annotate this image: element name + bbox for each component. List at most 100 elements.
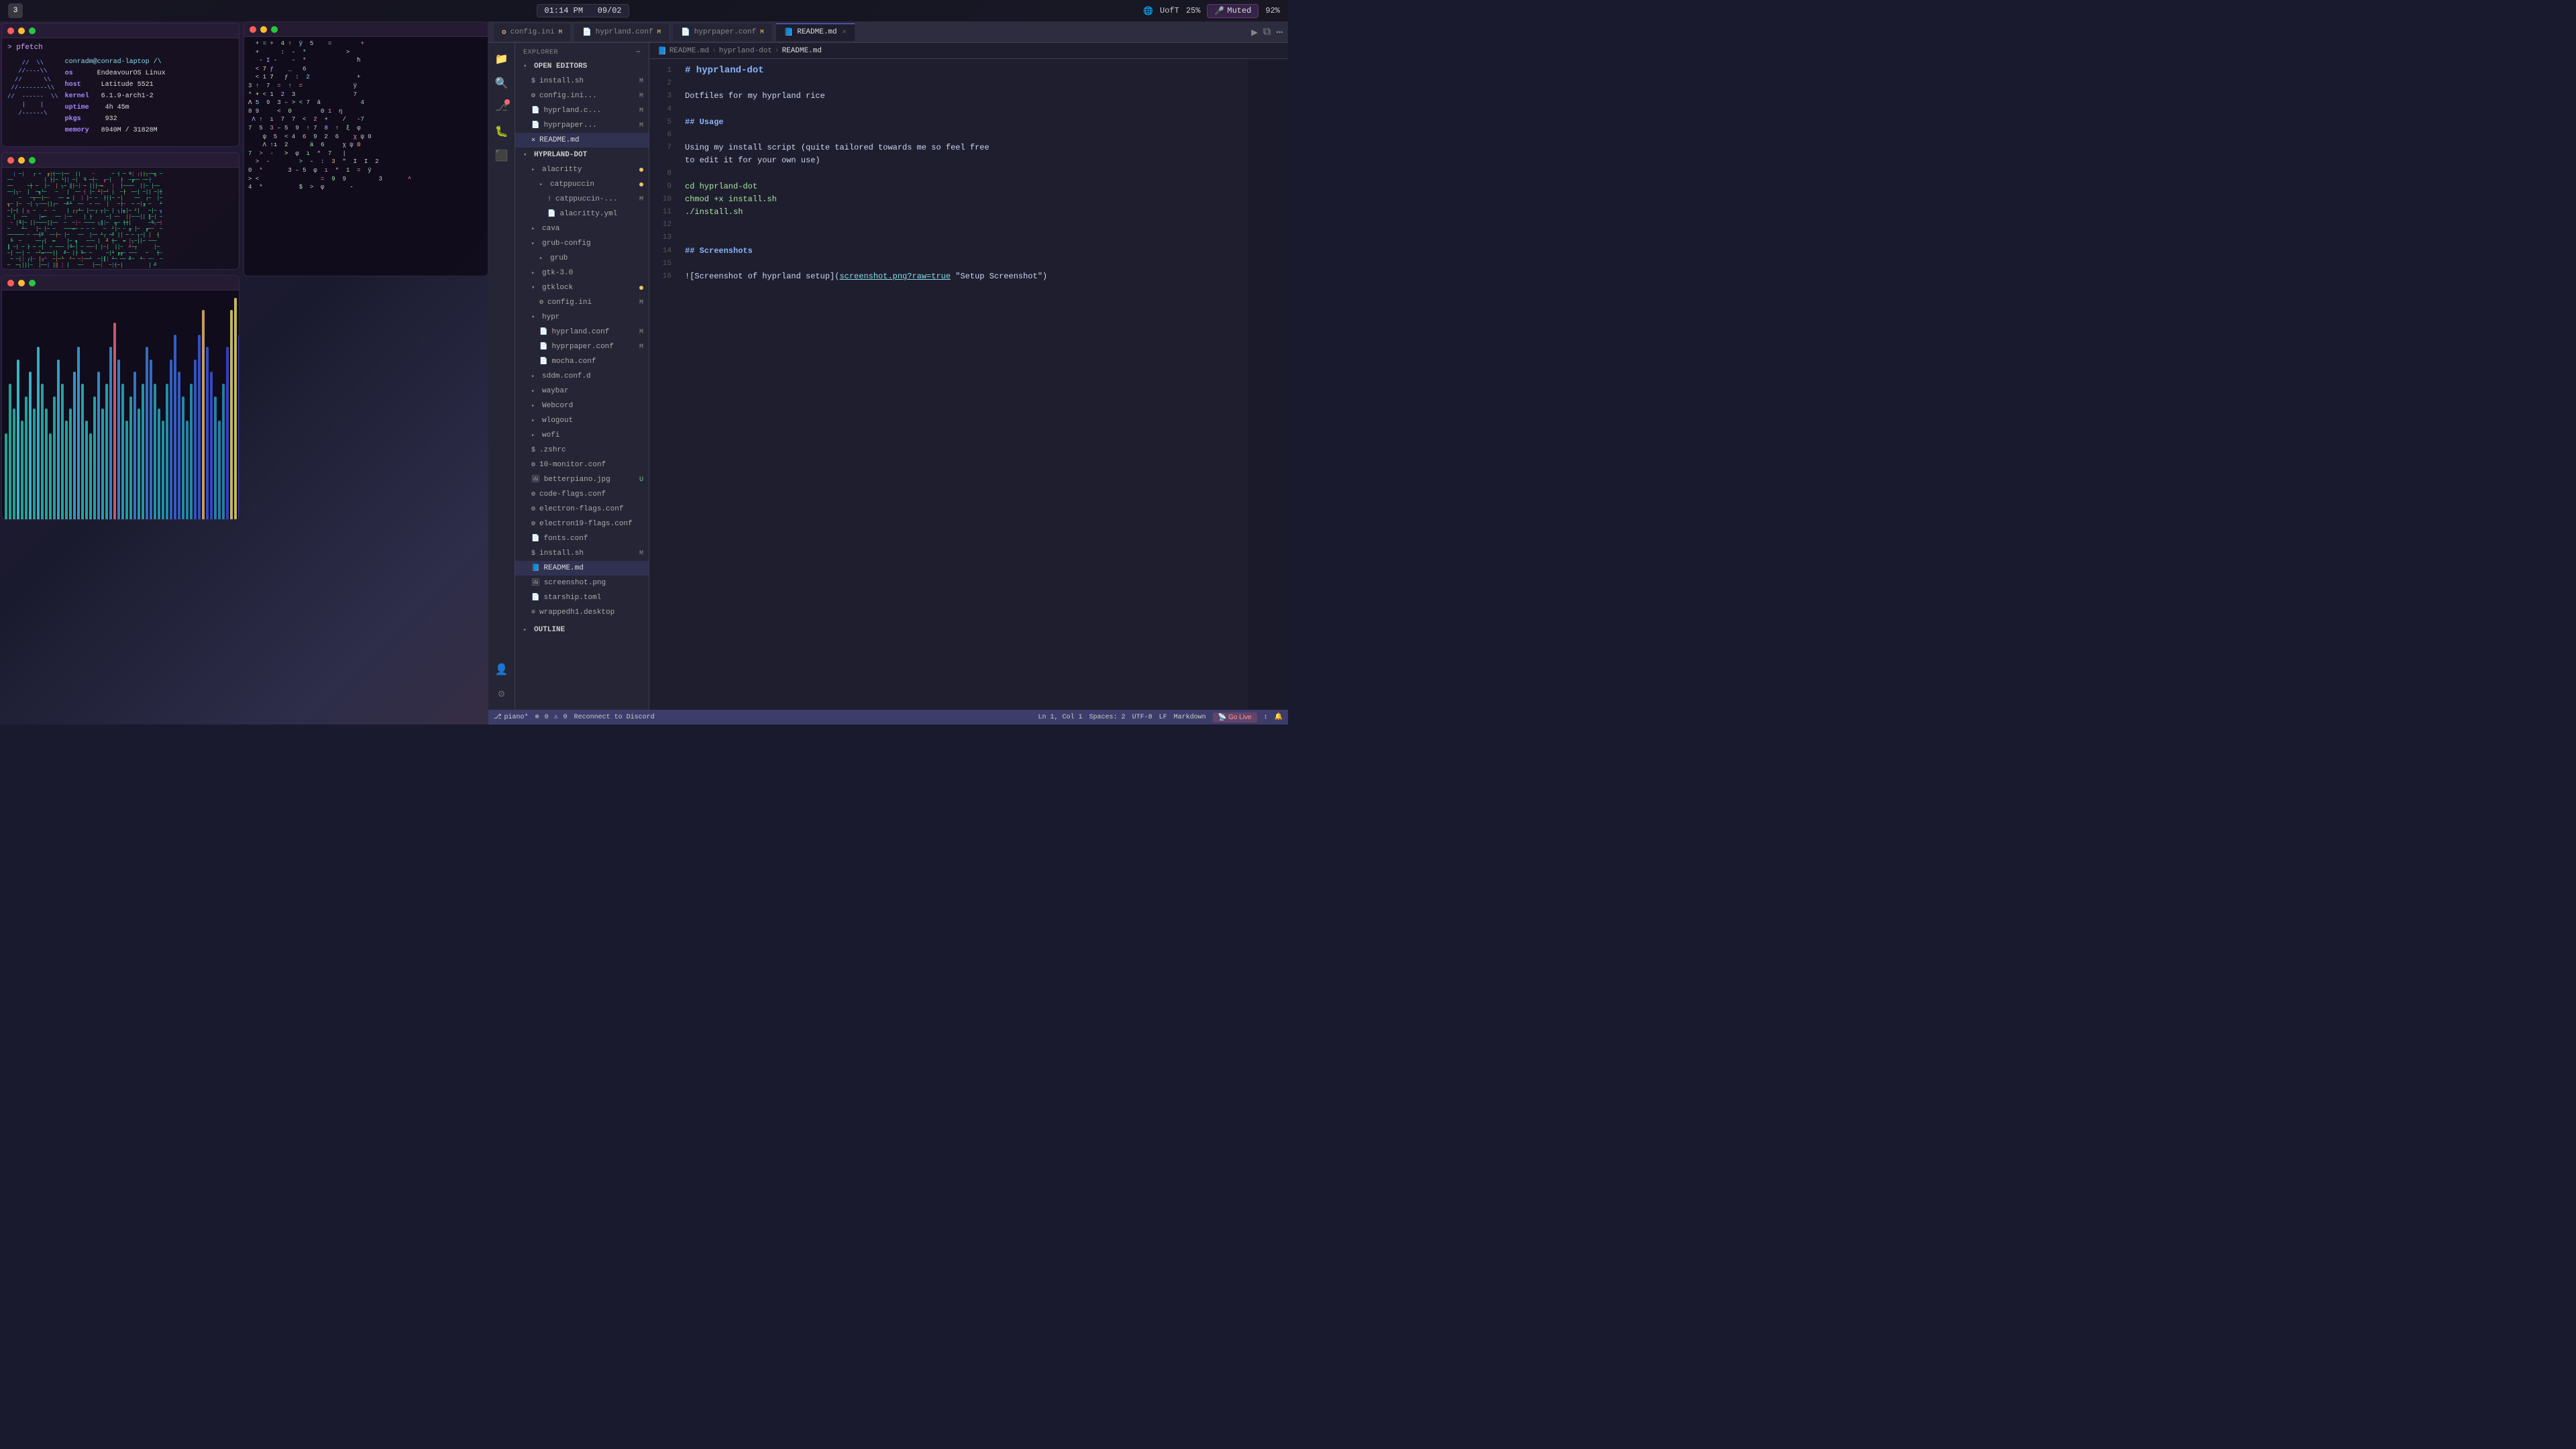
sidebar-project[interactable]: ▾ HYPRLAND-DOT <box>515 148 649 162</box>
notification-icon[interactable]: 🔔 <box>1275 713 1283 721</box>
close-btn-code[interactable] <box>250 26 256 33</box>
file-config-ini-gtklock[interactable]: ⚙ config.ini M <box>515 295 649 310</box>
pfetch-prompt: > pfetch <box>7 42 233 54</box>
folder-wofi[interactable]: ▸ wofi <box>515 428 649 443</box>
go-live-button[interactable]: 📡 Go Live <box>1213 712 1257 722</box>
pfetch-uptime-row: uptime 4h 45m <box>65 102 166 113</box>
file-mocha-conf[interactable]: 📄 mocha.conf <box>515 354 649 369</box>
activity-debug[interactable]: 🐛 <box>491 121 513 142</box>
cursor-position[interactable]: Ln 1, Col 1 <box>1038 714 1083 721</box>
line-7b: to edit it for your own use) <box>685 154 1248 167</box>
file-starship[interactable]: 📄 starship.toml <box>515 590 649 605</box>
min-btn-viz[interactable] <box>18 280 25 286</box>
folder-wlogout[interactable]: ▸ wlogout <box>515 413 649 428</box>
sidebar-open-editors[interactable]: ▾ OPEN EDITORS <box>515 59 649 74</box>
min-btn-pfetch[interactable] <box>18 28 25 34</box>
activity-git[interactable]: ⎇ <box>491 97 513 118</box>
file-catppuccin-conf[interactable]: ! catppuccin-... M <box>515 192 649 207</box>
file-10-monitor[interactable]: ⚙ 10-monitor.conf <box>515 458 649 472</box>
viz-bar <box>234 298 237 519</box>
folder-cava[interactable]: ▸ cava <box>515 221 649 236</box>
git-branch[interactable]: ⎇ piano* <box>494 713 529 721</box>
statusbar-right: Ln 1, Col 1 Spaces: 2 UTF-8 LF Markdown … <box>1038 712 1283 722</box>
statusbar-errors[interactable]: ⊗ 0 ⚠ 0 <box>535 713 568 721</box>
sidebar-more-icon[interactable]: ⋯ <box>636 48 641 56</box>
visualizer-window <box>1 275 239 520</box>
activity-accounts[interactable]: 👤 <box>491 659 513 680</box>
clock-date: 09/02 <box>598 6 622 15</box>
language-mode[interactable]: Markdown <box>1174 714 1206 721</box>
file-code-flags[interactable]: ⚙ code-flags.conf <box>515 487 649 502</box>
uoft-label: UofT <box>1160 6 1179 15</box>
file-alacritty-yml[interactable]: 📄 alacritty.yml <box>515 207 649 221</box>
open-editor-config-ini[interactable]: ⚙ config.ini... M <box>515 89 649 103</box>
tab-icon-hypr: 📄 <box>582 28 592 37</box>
open-editor-hyprland[interactable]: 📄 hyprland.c... M <box>515 103 649 118</box>
folder-waybar[interactable]: ▸ waybar <box>515 384 649 398</box>
max-btn-viz[interactable] <box>29 280 36 286</box>
folder-hypr[interactable]: ▾ hypr <box>515 310 649 325</box>
file-zshrc[interactable]: $ .zshrc <box>515 443 649 458</box>
folder-grub-config[interactable]: ▸ grub-config <box>515 236 649 251</box>
file-wrappedh1[interactable]: ≡ wrappedh1.desktop <box>515 605 649 620</box>
topbar-right: 🌐 UofT 25% 🎤 Muted 92% <box>1143 4 1280 18</box>
open-editor-install-sh[interactable]: $ install.sh M <box>515 74 649 89</box>
tab-close-readme[interactable]: ✕ <box>843 28 847 36</box>
file-encoding[interactable]: UTF-8 <box>1132 714 1152 721</box>
terminal-titlebar-code <box>244 22 488 37</box>
split-icon[interactable]: ⧉ <box>1263 26 1271 38</box>
broadcast-icon[interactable]: ↕ <box>1264 714 1268 721</box>
run-icon[interactable]: ▶ <box>1251 25 1258 39</box>
reconnect-discord[interactable]: Reconnect to Discord <box>574 714 655 721</box>
min-btn-code[interactable] <box>260 26 267 33</box>
tab-hyprpaper-conf[interactable]: 📄 hyprpaper.conf M <box>673 23 772 41</box>
file-electron-flags[interactable]: ⚙ electron-flags.conf <box>515 502 649 517</box>
viz-bar <box>218 421 221 519</box>
viz-bar <box>5 433 7 519</box>
max-btn-code[interactable] <box>271 26 278 33</box>
folder-webcord[interactable]: ▸ Webcord <box>515 398 649 413</box>
open-editor-hyprpaper[interactable]: 📄 hyprpaper... M <box>515 118 649 133</box>
close-btn-pfetch[interactable] <box>7 28 14 34</box>
file-readme-root[interactable]: 📘 README.md <box>515 561 649 576</box>
line-4 <box>685 103 1248 116</box>
folder-catppuccin[interactable]: ▸ catppuccin <box>515 177 649 192</box>
file-screenshot[interactable]: 🖼 screenshot.png <box>515 576 649 590</box>
folder-gtk[interactable]: ▸ gtk-3.0 <box>515 266 649 280</box>
folder-gtklock[interactable]: ▾ gtklock <box>515 280 649 295</box>
tab-hyprland-conf[interactable]: 📄 hyprland.conf M <box>574 23 669 41</box>
close-btn-maze[interactable] <box>7 157 14 164</box>
activity-extensions[interactable]: ⬛ <box>491 145 513 166</box>
file-install-sh-root[interactable]: $ install.sh M <box>515 546 649 561</box>
min-btn-maze[interactable] <box>18 157 25 164</box>
line-16: ![Screenshot of hyprland setup](screensh… <box>685 270 1248 283</box>
muted-indicator[interactable]: 🎤 Muted <box>1207 4 1258 18</box>
editor-content[interactable]: 1 2 3 4 5 6 7 8 9 10 11 12 13 <box>649 59 1288 710</box>
activity-search[interactable]: 🔍 <box>491 72 513 94</box>
tab-config-ini[interactable]: ⚙ config.ini M <box>494 23 570 41</box>
code-text[interactable]: # hyprland-dot Dotfiles for my hyprland … <box>680 59 1248 710</box>
line-ending[interactable]: LF <box>1159 714 1167 721</box>
folder-grub[interactable]: ▸ grub <box>515 251 649 266</box>
activity-settings[interactable]: ⚙ <box>491 683 513 704</box>
close-btn-viz[interactable] <box>7 280 14 286</box>
editor-toolbar: ▶ ⧉ ⋯ <box>1251 25 1283 39</box>
file-hyprpaper-conf-sidebar[interactable]: 📄 hyprpaper.conf M <box>515 339 649 354</box>
open-editor-readme[interactable]: ✕ README.md <box>515 133 649 148</box>
folder-sddm[interactable]: ▸ sddm.conf.d <box>515 369 649 384</box>
file-hyprland-conf[interactable]: 📄 hyprland.conf M <box>515 325 649 339</box>
terminal-titlebar-viz <box>2 276 239 290</box>
max-btn-maze[interactable] <box>29 157 36 164</box>
max-btn-pfetch[interactable] <box>29 28 36 34</box>
folder-alacritty[interactable]: ▸ alacritty <box>515 162 649 177</box>
file-fonts-conf[interactable]: 📄 fonts.conf <box>515 531 649 546</box>
indentation[interactable]: Spaces: 2 <box>1089 714 1126 721</box>
activity-explorer[interactable]: 📁 <box>491 48 513 70</box>
more-icon[interactable]: ⋯ <box>1276 25 1283 39</box>
viz-bar <box>117 360 120 519</box>
file-betterpiano[interactable]: 🖼 betterpiano.jpg U <box>515 472 649 487</box>
sidebar-outline[interactable]: ▸ OUTLINE <box>515 623 649 637</box>
tab-readme-md[interactable]: 📘 README.md ✕ <box>776 23 855 41</box>
workspace-indicator[interactable]: 3 <box>8 3 23 18</box>
file-electron19-flags[interactable]: ⚙ electron19-flags.conf <box>515 517 649 531</box>
